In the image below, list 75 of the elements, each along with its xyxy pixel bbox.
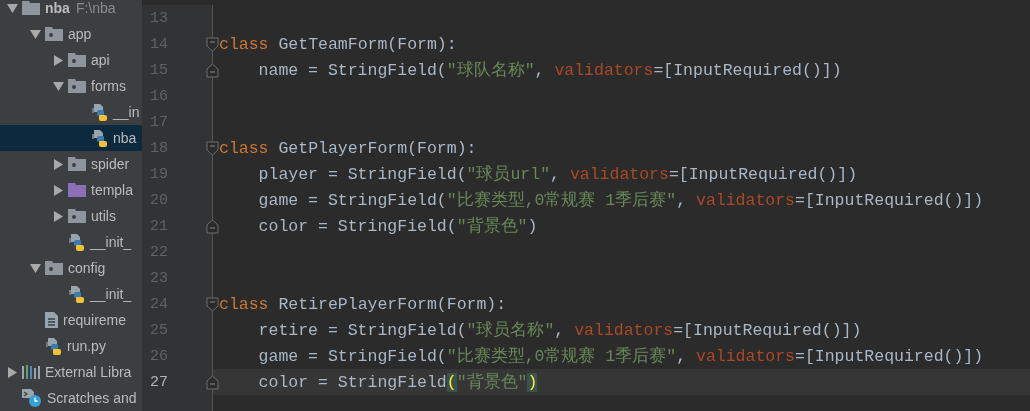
tree-item-label: forms <box>91 78 126 94</box>
tree-item-label: __in <box>113 104 140 120</box>
tree-item-label: nba <box>113 130 137 146</box>
libraries-icon <box>22 365 40 379</box>
tree-item-label: __init_ <box>90 286 132 302</box>
python-file-icon <box>91 103 108 121</box>
fold-marker-icon[interactable] <box>206 297 219 312</box>
tree-item[interactable]: utils <box>0 203 142 229</box>
tree-item[interactable]: config <box>0 255 142 281</box>
folder-icon <box>68 183 86 197</box>
collapsed-arrow-icon[interactable] <box>52 54 64 66</box>
tree-item[interactable]: templa <box>0 177 142 203</box>
code-line: game = StringField("比赛类型,0常规赛 1季后赛", validators=[InputRequired()]) <box>257 345 984 367</box>
tree-item-label: utils <box>91 208 116 224</box>
expanded-arrow-icon[interactable] <box>6 2 18 14</box>
tree-item[interactable]: app <box>0 21 142 47</box>
collapsed-arrow-icon[interactable] <box>52 184 64 196</box>
package-folder-icon <box>45 27 63 41</box>
package-folder-icon <box>68 53 86 67</box>
fold-marker-icon[interactable] <box>206 37 219 52</box>
package-folder-icon <box>45 261 63 275</box>
code-line: game = StringField("比赛类型,0常规赛 1季后赛", validators=[InputRequired()]) <box>257 189 984 211</box>
text-file-icon <box>45 312 58 328</box>
expanded-arrow-icon[interactable] <box>29 262 41 274</box>
python-file-icon <box>68 233 85 251</box>
tree-item-label: app <box>68 26 92 42</box>
tree-item-label: requireme <box>63 312 127 328</box>
tree-item-label: __init_ <box>90 234 132 250</box>
collapsed-arrow-icon[interactable] <box>52 158 64 170</box>
python-file-icon <box>91 129 108 147</box>
folder-icon <box>22 1 40 15</box>
code-line: retire = StringField("球员名称", validators=[InputRequired()]) <box>257 320 862 341</box>
collapsed-arrow-icon[interactable] <box>6 366 18 378</box>
tree-item[interactable]: requireme <box>0 307 142 333</box>
tree-item-label: Scratches and <box>47 390 137 406</box>
tree-item[interactable]: __init_ <box>0 229 142 255</box>
tree-item-label: templa <box>91 182 134 198</box>
fold-marker-icon[interactable] <box>206 63 219 78</box>
python-file-icon <box>68 285 85 303</box>
package-folder-icon <box>68 79 86 93</box>
code-line: class RetirePlayerForm(Form): <box>219 294 507 314</box>
code-line: name = StringField("球队名称", validators=[InputRequired()]) <box>257 60 842 81</box>
fold-marker-icon[interactable] <box>206 375 219 390</box>
code-line: class GetTeamForm(Form): <box>219 34 457 54</box>
collapsed-arrow-icon[interactable] <box>52 210 64 222</box>
tree-item-label: run.py <box>67 338 106 354</box>
scratches-icon <box>22 389 42 407</box>
expanded-arrow-icon[interactable] <box>29 28 41 40</box>
code-line: color = StringField("背景色") <box>257 372 538 393</box>
code-line: player = StringField("球员url", validators=[InputRequired()]) <box>257 164 858 185</box>
line-number: 27 <box>149 373 168 391</box>
tree-item[interactable]: Scratches and <box>0 385 142 411</box>
tree-item-label: spider <box>91 156 130 172</box>
tree-item[interactable]: api <box>0 47 142 73</box>
tree-item[interactable]: run.py <box>0 333 142 359</box>
expanded-arrow-icon[interactable] <box>52 80 64 92</box>
tree-item-label: api <box>91 52 110 68</box>
tree-item[interactable]: forms <box>0 73 142 99</box>
tree-item-label: nba <box>45 0 70 16</box>
project-path: F:\nba <box>75 0 116 16</box>
tree-item[interactable]: nba <box>0 125 142 151</box>
package-folder-icon <box>68 157 86 171</box>
code-line: class GetPlayerForm(Form): <box>219 138 477 158</box>
python-file-icon <box>45 337 62 355</box>
tree-item[interactable]: __in <box>0 99 142 125</box>
tree-item[interactable]: spider <box>0 151 142 177</box>
tree-item[interactable]: __init_ <box>0 281 142 307</box>
tree-item[interactable]: External Libra <box>0 359 142 385</box>
tree-item-label: config <box>68 260 106 276</box>
package-folder-icon <box>68 209 86 223</box>
fold-marker-icon[interactable] <box>206 219 219 234</box>
tree-item[interactable]: nba F:\nba <box>0 0 142 21</box>
code-line: color = StringField("背景色") <box>257 216 538 237</box>
tree-item-label: External Libra <box>45 364 132 380</box>
fold-marker-icon[interactable] <box>206 141 219 156</box>
